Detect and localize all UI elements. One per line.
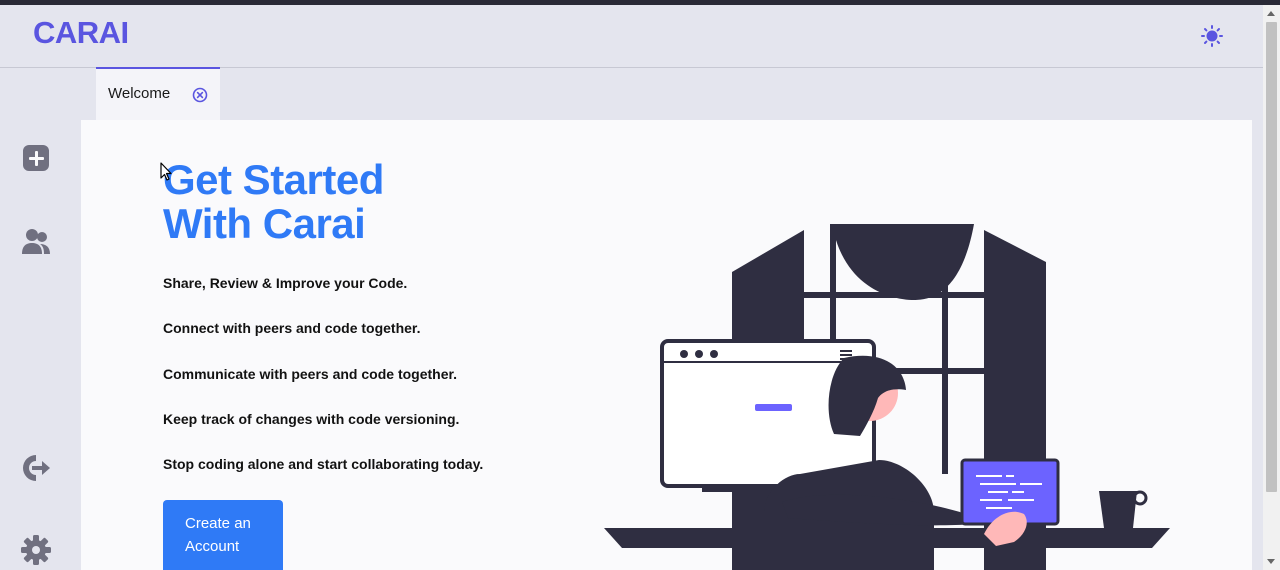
app-header: CARAI [0, 5, 1263, 68]
feature-text: Communicate with peers and code together… [163, 366, 458, 382]
mouse-cursor-icon [160, 162, 172, 181]
scroll-down-arrow-icon[interactable] [1267, 559, 1275, 564]
close-circle-icon[interactable] [192, 87, 208, 103]
welcome-panel: Get Started With Carai Share, Review & I… [81, 120, 1252, 570]
scrollbar-thumb[interactable] [1266, 22, 1277, 492]
tab-label: Welcome [108, 85, 171, 102]
create-account-button[interactable]: Create an Account [163, 500, 283, 570]
title-line-2: With Carai [163, 200, 366, 247]
feature-text: Keep track of changes with code versioni… [163, 411, 460, 427]
title-line-1: Get Started [163, 156, 384, 203]
plus-icon[interactable] [20, 142, 52, 174]
gear-icon[interactable] [20, 534, 52, 566]
sun-icon[interactable] [1198, 22, 1226, 50]
users-icon[interactable] [20, 225, 52, 257]
feature-text: Connect with peers and code together. [163, 320, 421, 336]
sign-out-icon[interactable] [20, 452, 52, 484]
page-title: Get Started With Carai [163, 158, 384, 246]
app-logo[interactable]: CARAI [33, 15, 129, 51]
scroll-up-arrow-icon[interactable] [1267, 11, 1275, 16]
developer-illustration [604, 224, 1170, 570]
feature-text: Stop coding alone and start collaboratin… [163, 456, 484, 472]
feature-text: Share, Review & Improve your Code. [163, 275, 408, 291]
page-scrollbar[interactable] [1263, 5, 1280, 570]
tab-welcome[interactable]: Welcome [96, 67, 220, 120]
